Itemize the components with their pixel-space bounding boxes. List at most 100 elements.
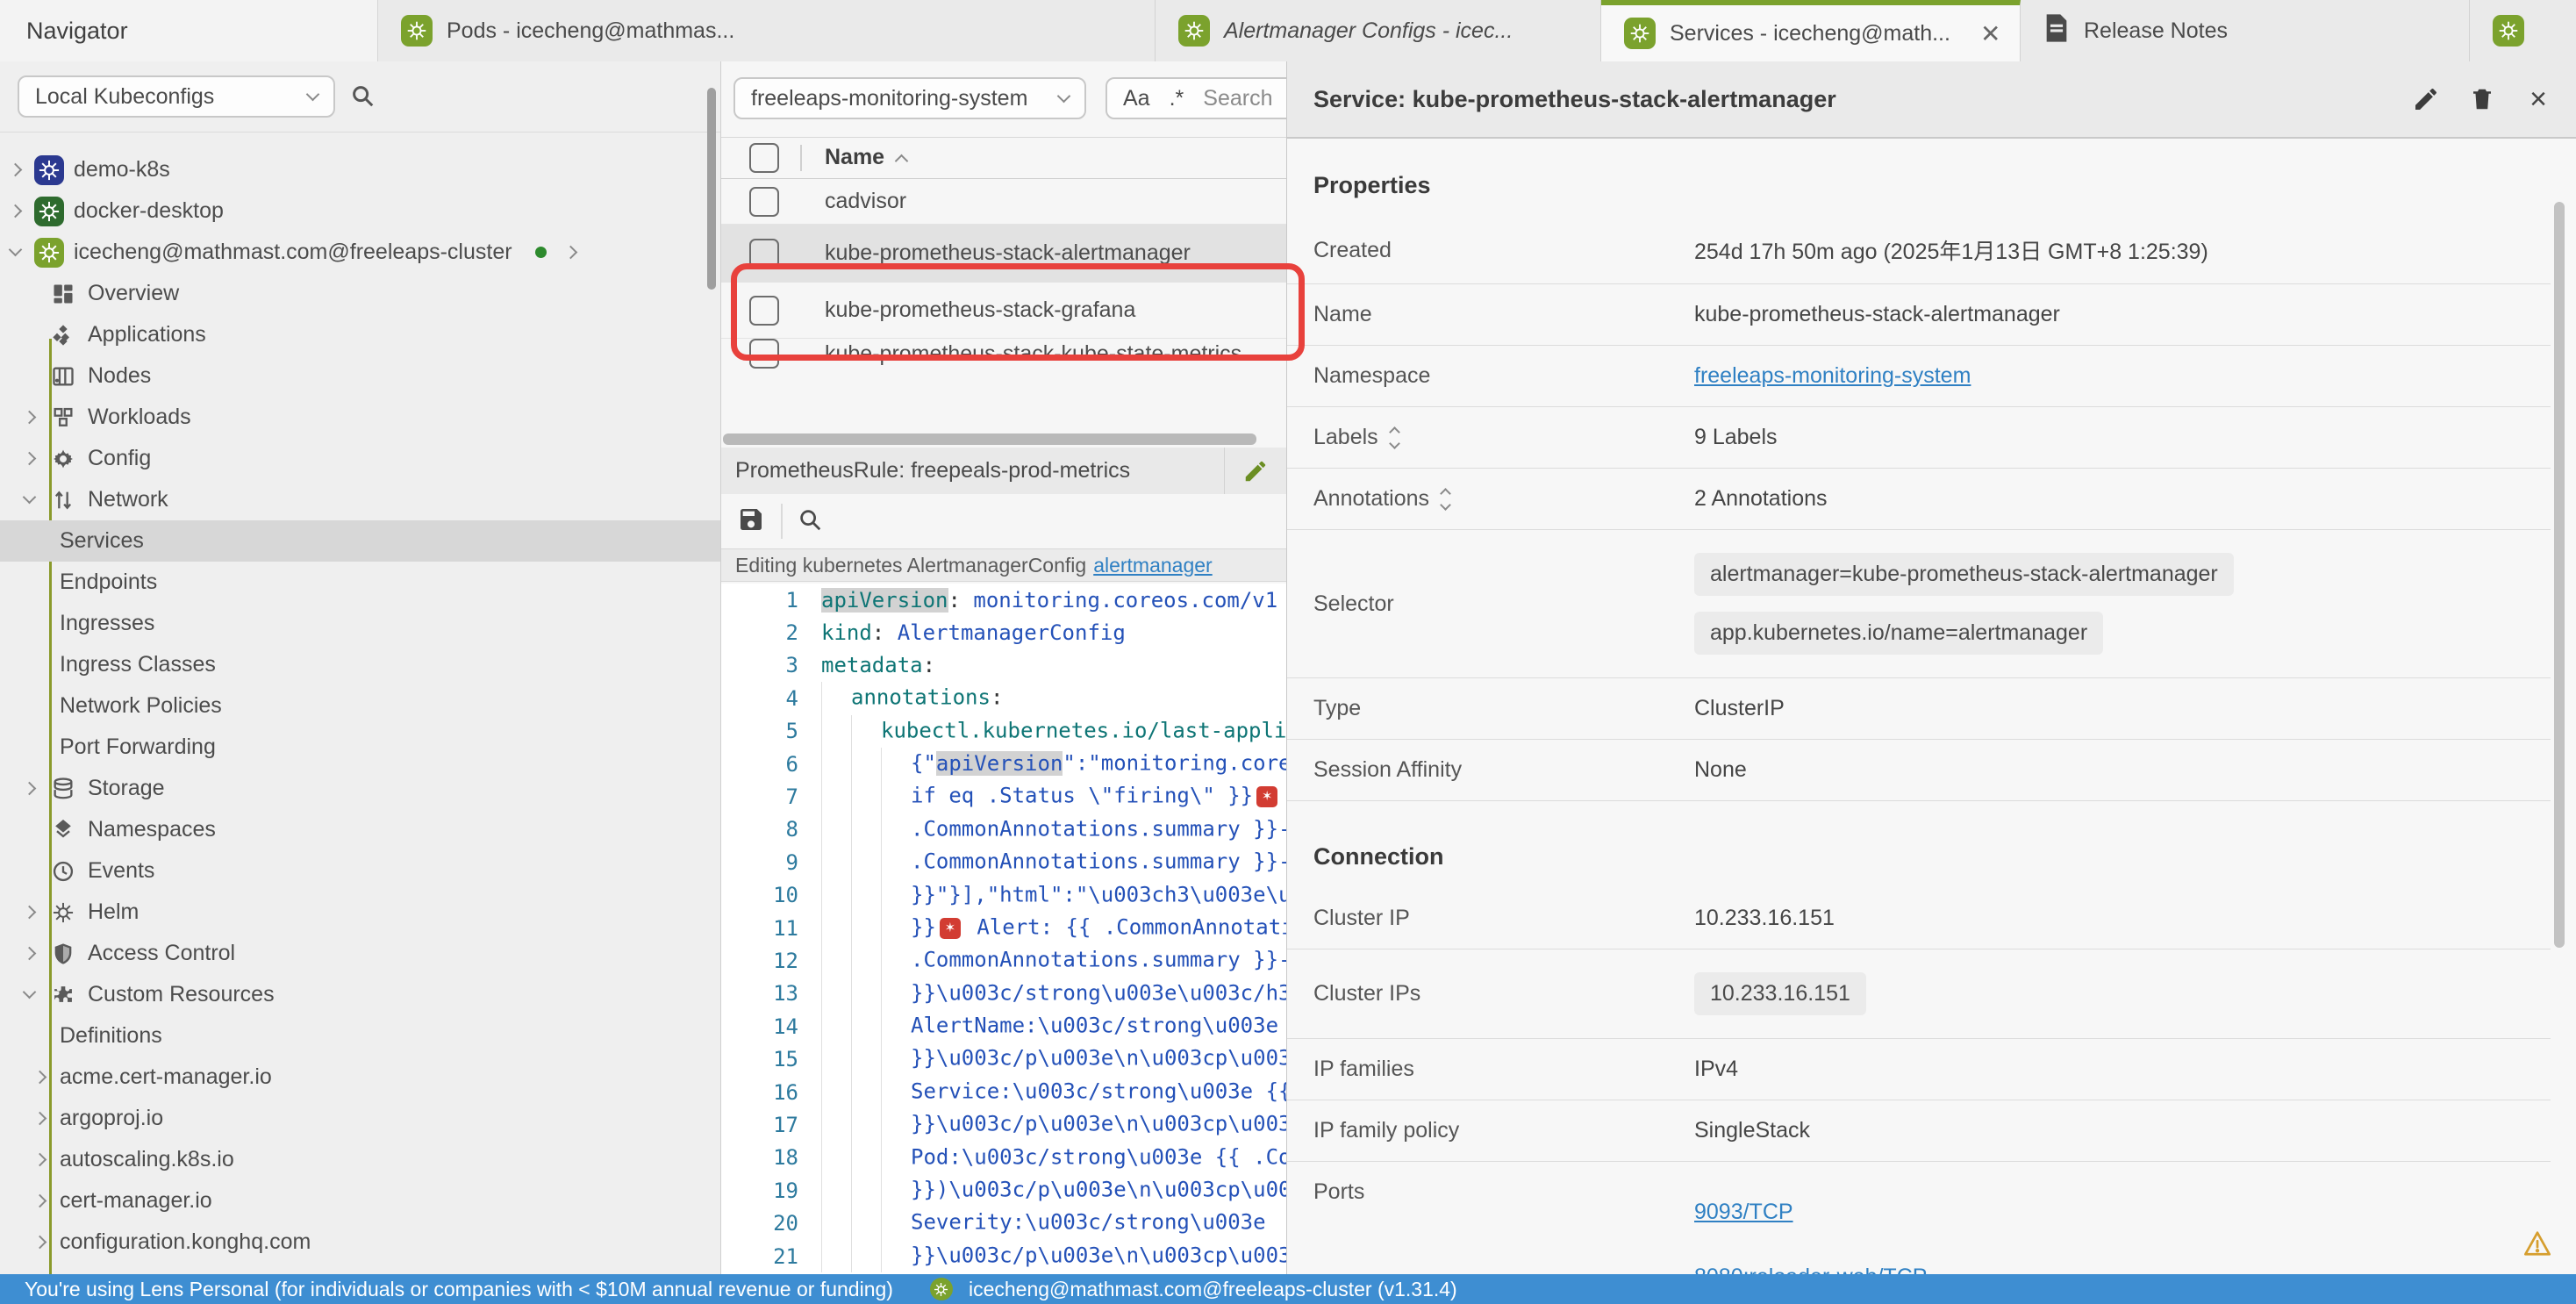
chevron-down-icon[interactable] bbox=[22, 985, 36, 999]
sidebar-item-definitions[interactable]: Definitions bbox=[0, 1015, 721, 1057]
sidebar-scrollbar[interactable] bbox=[707, 88, 716, 290]
port-link[interactable]: 9093/TCP bbox=[1694, 1200, 1793, 1225]
chevron-right-icon[interactable] bbox=[563, 246, 577, 260]
sort-updown-icon[interactable] bbox=[1442, 490, 1449, 509]
sidebar-item-network[interactable]: Network bbox=[0, 479, 721, 520]
code-text: if eq .Status \"firing\" }}✶ bbox=[821, 780, 1286, 813]
sidebar-item-applications[interactable]: Applications bbox=[0, 314, 721, 355]
sidebar-item-label: Config bbox=[88, 446, 151, 471]
sidebar-item-docker-desktop[interactable]: docker-desktop bbox=[0, 190, 721, 232]
delete-service-button[interactable] bbox=[2454, 85, 2510, 113]
sidebar-item-icecheng-mathmast-com-freeleaps-cluster[interactable]: icecheng@mathmast.com@freeleaps-cluster bbox=[0, 232, 721, 273]
sidebar-item-services[interactable]: Services bbox=[0, 520, 721, 562]
horizontal-scrollbar[interactable] bbox=[723, 433, 1256, 445]
active-cluster-status[interactable]: icecheng@mathmast.com@freeleaps-cluster … bbox=[969, 1278, 1457, 1301]
panel-scrollbar[interactable] bbox=[2554, 202, 2565, 948]
close-panel-button[interactable]: × bbox=[2510, 82, 2566, 117]
chevron-right-icon[interactable] bbox=[32, 1153, 47, 1167]
table-row-cadvisor[interactable]: cadvisor bbox=[721, 179, 1286, 225]
match-case-icon[interactable]: Aa bbox=[1123, 86, 1150, 111]
indent-guide bbox=[881, 846, 911, 878]
sidebar-item-storage[interactable]: Storage bbox=[0, 768, 721, 809]
sidebar-item-ingresses[interactable]: Ingresses bbox=[0, 603, 721, 644]
detail-row-namespace: Namespacefreeleaps-monitoring-system bbox=[1287, 346, 2551, 407]
sidebar-item-custom-resources[interactable]: Custom Resources bbox=[0, 974, 721, 1015]
edit-prometheusrule-button[interactable] bbox=[1225, 458, 1286, 484]
search-input[interactable]: Search bbox=[1203, 86, 1272, 111]
regex-icon[interactable]: .* bbox=[1170, 86, 1184, 111]
indent-guide bbox=[821, 813, 851, 846]
sidebar-item-network-policies[interactable]: Network Policies bbox=[0, 685, 721, 727]
chevron-right-icon[interactable] bbox=[32, 1112, 47, 1126]
chevron-slot bbox=[14, 949, 44, 958]
tab-alertmanager-configs-icec[interactable]: Alertmanager Configs - icec... bbox=[1156, 0, 1601, 61]
code-text: }}✶ Alert: {{ .CommonAnnotati bbox=[821, 912, 1286, 944]
sidebar-item-port-forwarding[interactable]: Port Forwarding bbox=[0, 727, 721, 768]
kubernetes-tab-icon bbox=[2493, 15, 2524, 47]
sidebar-item-helm[interactable]: Helm bbox=[0, 892, 721, 933]
chevron-right-icon[interactable] bbox=[32, 1194, 47, 1208]
sidebar-item-autoscaling-k8s-io[interactable]: autoscaling.k8s.io bbox=[0, 1139, 721, 1180]
tab-pods-icecheng-mathmas[interactable]: Pods - icecheng@mathmas... bbox=[378, 0, 1156, 61]
chevron-down-icon[interactable] bbox=[8, 243, 22, 257]
chevron-right-icon[interactable] bbox=[22, 906, 36, 920]
breadcrumb-link[interactable]: alertmanager bbox=[1093, 554, 1213, 577]
chevron-down-icon bbox=[306, 87, 320, 101]
close-tab-icon[interactable]: ✕ bbox=[1980, 19, 2000, 48]
sidebar-item-config[interactable]: Config bbox=[0, 438, 721, 479]
table-row-kube-prometheus-stack-kube-state-metrics[interactable]: kube-prometheus-stack-kube-state-metrics bbox=[721, 339, 1286, 369]
chevron-right-icon[interactable] bbox=[32, 1071, 47, 1085]
tab-release-notes[interactable]: Release Notes bbox=[2021, 0, 2470, 61]
sidebar-item-ingress-classes[interactable]: Ingress Classes bbox=[0, 644, 721, 685]
row-checkbox[interactable] bbox=[749, 239, 779, 269]
sort-updown-icon[interactable] bbox=[1391, 428, 1399, 448]
chevron-right-icon[interactable] bbox=[22, 782, 36, 796]
row-checkbox[interactable] bbox=[749, 339, 779, 369]
table-row-kube-prometheus-stack-alertmanager[interactable]: kube-prometheus-stack-alertmanager bbox=[721, 225, 1286, 283]
sidebar-item-cert-manager-io[interactable]: cert-manager.io bbox=[0, 1180, 721, 1222]
value-badge: app.kubernetes.io/name=alertmanager bbox=[1694, 612, 2103, 655]
search-icon[interactable] bbox=[349, 82, 376, 113]
detail-label-text: Labels bbox=[1313, 425, 1378, 450]
name-column-header[interactable]: Name bbox=[825, 145, 906, 170]
tab-services-icecheng-math[interactable]: Services - icecheng@math...✕ bbox=[1601, 0, 2021, 61]
chevron-down-icon[interactable] bbox=[22, 491, 36, 505]
tab-partial[interactable] bbox=[2470, 0, 2576, 61]
chevron-right-icon[interactable] bbox=[8, 163, 22, 177]
edit-service-button[interactable] bbox=[2398, 85, 2454, 113]
kubeconfig-select[interactable]: Local Kubeconfigs bbox=[18, 75, 335, 118]
chevron-right-icon[interactable] bbox=[32, 1236, 47, 1250]
indent-guide bbox=[851, 912, 881, 944]
row-checkbox[interactable] bbox=[749, 187, 779, 217]
sidebar-item-nodes[interactable]: Nodes bbox=[0, 355, 721, 397]
sidebar-item-namespaces[interactable]: Namespaces bbox=[0, 809, 721, 850]
sidebar-item-workloads[interactable]: Workloads bbox=[0, 397, 721, 438]
row-checkbox[interactable] bbox=[749, 296, 779, 326]
sidebar-item-events[interactable]: Events bbox=[0, 850, 721, 892]
namespace-link[interactable]: freeleaps-monitoring-system bbox=[1694, 363, 1971, 389]
sidebar-item-acme-cert-manager-io[interactable]: acme.cert-manager.io bbox=[0, 1057, 721, 1098]
sidebar-item-configuration-konghq-com[interactable]: configuration.konghq.com bbox=[0, 1222, 721, 1263]
editor-search-button[interactable] bbox=[797, 506, 823, 537]
sidebar-item-overview[interactable]: Overview bbox=[0, 273, 721, 314]
sidebar-item-argoproj-io[interactable]: argoproj.io bbox=[0, 1098, 721, 1139]
warning-icon bbox=[2522, 1230, 2552, 1261]
chevron-right-icon[interactable] bbox=[22, 452, 36, 466]
port-link[interactable]: 8080:reloader-web/TCP bbox=[1694, 1265, 1927, 1275]
chevron-right-icon[interactable] bbox=[22, 947, 36, 961]
save-button[interactable] bbox=[737, 505, 765, 538]
namespace-select[interactable]: freeleaps-monitoring-system bbox=[733, 77, 1086, 119]
select-all-checkbox[interactable] bbox=[749, 143, 779, 173]
line-number: 4 bbox=[721, 686, 821, 711]
sidebar-item-access-control[interactable]: Access Control bbox=[0, 933, 721, 974]
chevron-right-icon[interactable] bbox=[8, 204, 22, 219]
sidebar-item-endpoints[interactable]: Endpoints bbox=[0, 562, 721, 603]
chevron-right-icon[interactable] bbox=[22, 411, 36, 425]
sidebar-item-demo-k8s[interactable]: demo-k8s bbox=[0, 149, 721, 190]
table-row-kube-prometheus-stack-grafana[interactable]: kube-prometheus-stack-grafana bbox=[721, 283, 1286, 339]
yaml-editor[interactable]: 1apiVersion: monitoring.coreos.com/v12ki… bbox=[721, 584, 1286, 1274]
indent-guide bbox=[821, 1010, 851, 1042]
search-box[interactable]: Aa .* Search bbox=[1106, 77, 1286, 119]
chevron-slot bbox=[14, 454, 44, 463]
code-text: }}\u003c/strong\u003e\u003c/h3 bbox=[821, 978, 1286, 1010]
